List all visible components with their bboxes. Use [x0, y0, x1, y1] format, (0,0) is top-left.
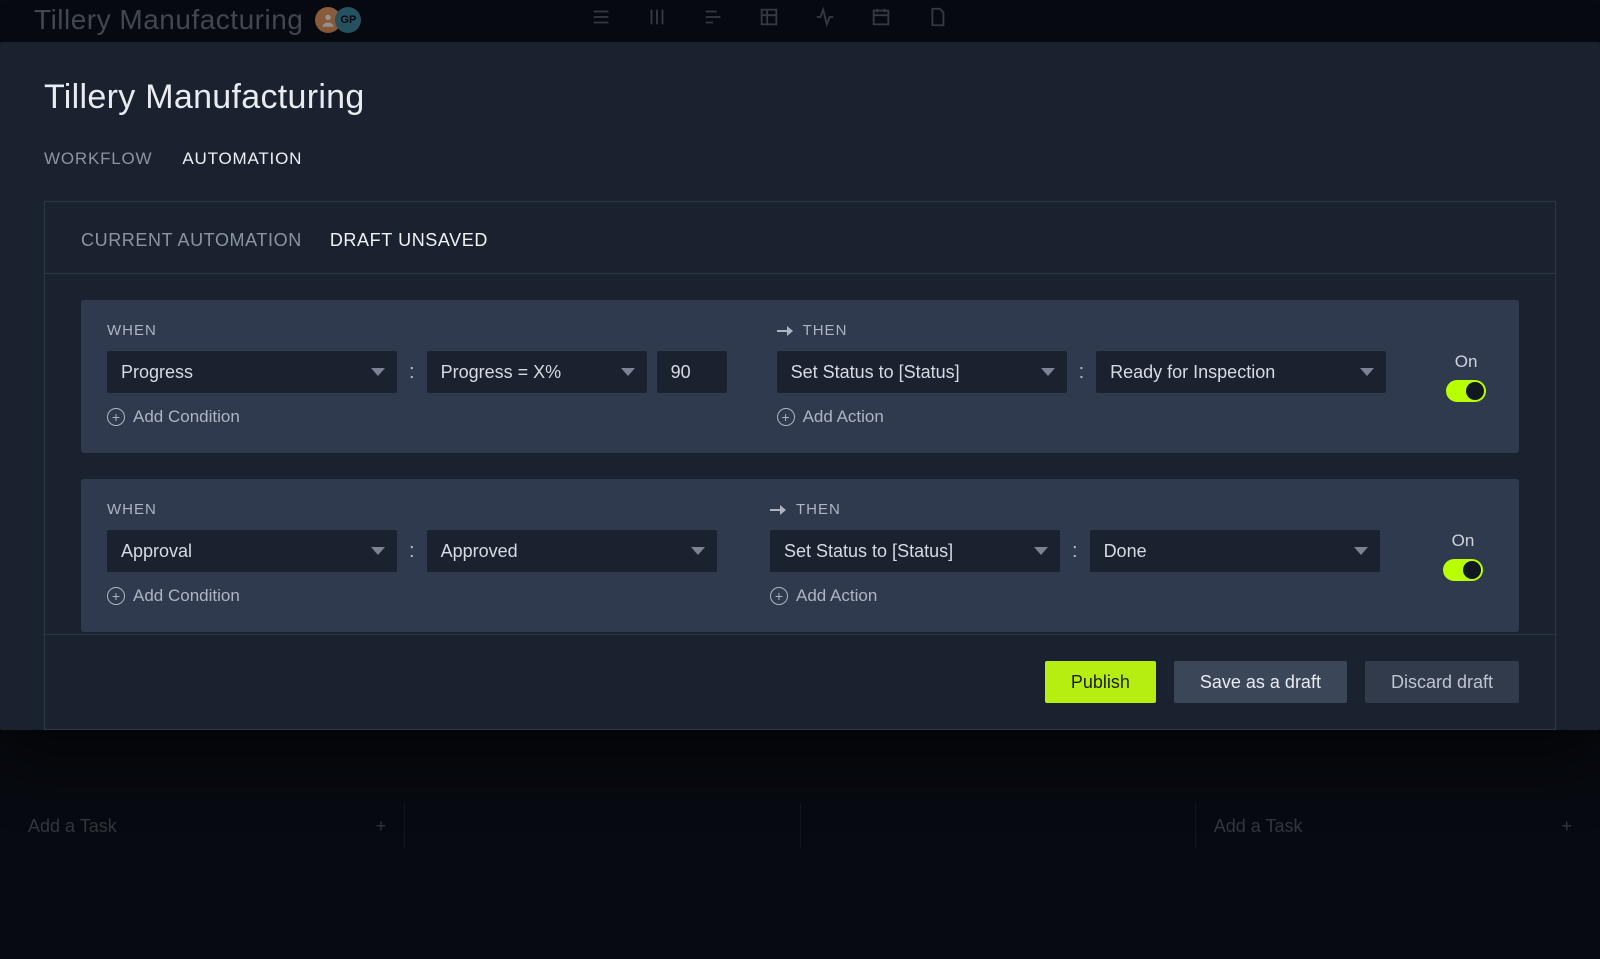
toggle-knob: [1463, 561, 1481, 579]
rules-list: WHEN Progress : Progress = X% 90: [45, 274, 1555, 634]
bg-columns: Add a Task + Add a Task +: [10, 803, 1590, 849]
then-action-select[interactable]: Set Status to [Status]: [777, 351, 1067, 393]
rule-enabled-toggle[interactable]: [1443, 559, 1483, 581]
sliders-icon: [646, 6, 668, 33]
plus-circle-icon: +: [770, 587, 788, 605]
page-title: Tillery Manufacturing: [44, 78, 1556, 117]
when-block: WHEN Progress : Progress = X% 90: [107, 322, 727, 427]
automation-rule: WHEN Progress : Progress = X% 90: [81, 300, 1519, 453]
when-label: WHEN: [107, 501, 720, 518]
then-label-text: THEN: [796, 501, 841, 518]
then-label: THEN: [770, 501, 1383, 518]
bg-col-1: Add a Task +: [10, 803, 404, 849]
rule-toggle-block: On: [1433, 501, 1493, 606]
automation-subtabs: CURRENT AUTOMATION DRAFT UNSAVED: [45, 202, 1555, 274]
bg-col-2: [404, 803, 799, 849]
add-condition-label: Add Condition: [133, 407, 240, 427]
plus-circle-icon: +: [107, 587, 125, 605]
when-field-select[interactable]: Approval: [107, 530, 397, 572]
bg-toolbar: [590, 6, 948, 33]
when-label: WHEN: [107, 322, 727, 339]
save-draft-button[interactable]: Save as a draft: [1174, 661, 1347, 703]
colon: :: [407, 540, 417, 563]
when-field-value: Progress: [121, 362, 193, 383]
automation-panel: CURRENT AUTOMATION DRAFT UNSAVED WHEN Pr…: [44, 201, 1556, 730]
subtab-current[interactable]: CURRENT AUTOMATION: [81, 230, 302, 251]
add-action-label: Add Action: [796, 586, 877, 606]
publish-button[interactable]: Publish: [1045, 661, 1156, 703]
file-icon: [926, 6, 948, 33]
when-block: WHEN Approval : Approved + Add Condition: [107, 501, 720, 606]
chevron-down-icon: [621, 368, 635, 376]
when-op-value: Approved: [441, 541, 518, 562]
plus-icon: +: [376, 816, 387, 837]
then-action-select[interactable]: Set Status to [Status]: [770, 530, 1060, 572]
add-condition-label: Add Condition: [133, 586, 240, 606]
bg-title: Tillery Manufacturing: [34, 4, 303, 36]
when-value-text: 90: [671, 362, 691, 383]
automation-modal: Tillery Manufacturing WORKFLOW AUTOMATIO…: [0, 42, 1600, 730]
then-label-text: THEN: [803, 322, 848, 339]
when-operator-select[interactable]: Approved: [427, 530, 717, 572]
discard-draft-button[interactable]: Discard draft: [1365, 661, 1519, 703]
when-op-value: Progress = X%: [441, 362, 562, 383]
align-icon: [702, 6, 724, 33]
when-operator-select[interactable]: Progress = X%: [427, 351, 647, 393]
add-action-button[interactable]: + Add Action: [777, 407, 1387, 427]
plus-circle-icon: +: [107, 408, 125, 426]
bg-col-3: [800, 803, 1195, 849]
calendar-icon: [870, 6, 892, 33]
toggle-label: On: [1452, 531, 1475, 551]
chevron-down-icon: [1041, 368, 1055, 376]
add-condition-button[interactable]: + Add Condition: [107, 407, 727, 427]
then-value-select[interactable]: Ready for Inspection: [1096, 351, 1386, 393]
when-value-input[interactable]: 90: [657, 351, 727, 393]
rule-toggle-block: On: [1436, 322, 1496, 427]
add-task-label: Add a Task: [1214, 816, 1303, 837]
plus-icon: +: [1561, 816, 1572, 837]
list-icon: [590, 6, 612, 33]
when-field-value: Approval: [121, 541, 192, 562]
bg-avatar-stack: GP: [321, 7, 361, 33]
add-condition-button[interactable]: + Add Condition: [107, 586, 720, 606]
then-value-select[interactable]: Done: [1090, 530, 1380, 572]
toggle-knob: [1466, 382, 1484, 400]
chevron-down-icon: [371, 368, 385, 376]
then-block: THEN Set Status to [Status] : Ready for …: [777, 322, 1387, 427]
automation-rule: WHEN Approval : Approved + Add Condition: [81, 479, 1519, 632]
rule-enabled-toggle[interactable]: [1446, 380, 1486, 402]
chevron-down-icon: [1034, 547, 1048, 555]
chevron-down-icon: [691, 547, 705, 555]
arrow-right-icon: [770, 505, 788, 515]
table-icon: [758, 6, 780, 33]
add-task-label: Add a Task: [28, 816, 117, 837]
activity-icon: [814, 6, 836, 33]
bg-col-4: Add a Task +: [1195, 803, 1590, 849]
plus-circle-icon: +: [777, 408, 795, 426]
then-block: THEN Set Status to [Status] : Done + Add…: [770, 501, 1383, 606]
when-field-select[interactable]: Progress: [107, 351, 397, 393]
add-action-label: Add Action: [803, 407, 884, 427]
chevron-down-icon: [1360, 368, 1374, 376]
chevron-down-icon: [371, 547, 385, 555]
tab-workflow[interactable]: WORKFLOW: [44, 149, 152, 169]
tab-automation[interactable]: AUTOMATION: [182, 149, 302, 169]
then-value-text: Done: [1104, 541, 1147, 562]
modal-tabs: WORKFLOW AUTOMATION: [44, 149, 1556, 169]
colon: :: [407, 361, 417, 384]
colon: :: [1077, 361, 1087, 384]
colon: :: [1070, 540, 1080, 563]
add-action-button[interactable]: + Add Action: [770, 586, 1383, 606]
then-label: THEN: [777, 322, 1387, 339]
then-action-value: Set Status to [Status]: [791, 362, 960, 383]
modal-footer: Publish Save as a draft Discard draft: [45, 634, 1555, 729]
subtab-draft[interactable]: DRAFT UNSAVED: [330, 230, 488, 251]
then-action-value: Set Status to [Status]: [784, 541, 953, 562]
then-value-text: Ready for Inspection: [1110, 362, 1275, 383]
toggle-label: On: [1455, 352, 1478, 372]
chevron-down-icon: [1354, 547, 1368, 555]
arrow-right-icon: [777, 326, 795, 336]
avatar-initials: GP: [335, 7, 361, 33]
